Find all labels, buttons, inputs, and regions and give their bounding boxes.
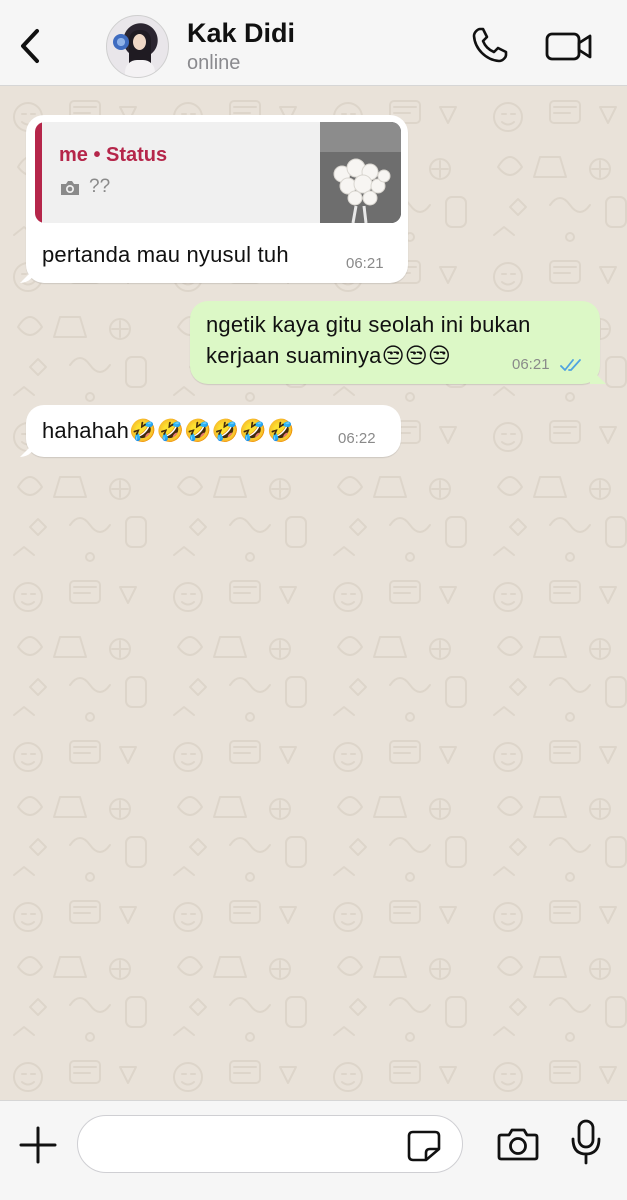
avatar-flower xyxy=(113,34,129,50)
incoming-message[interactable]: me • Status ?? pertanda mau nyusul tuh 0… xyxy=(20,115,408,283)
voice-call-button[interactable] xyxy=(470,25,510,65)
message-time: 06:21 xyxy=(346,255,384,272)
microphone-icon xyxy=(571,1119,601,1165)
chat-area[interactable]: me • Status ?? pertanda mau nyusul tuh 0… xyxy=(0,87,627,1100)
composer-bar xyxy=(0,1100,627,1200)
message-text: hahahah🤣🤣🤣🤣🤣🤣 xyxy=(42,418,295,443)
attach-button[interactable] xyxy=(18,1125,58,1165)
camera-icon xyxy=(497,1128,539,1161)
video-camera-icon xyxy=(545,32,592,61)
camera-icon xyxy=(61,181,79,195)
microphone-button[interactable] xyxy=(570,1119,602,1165)
contact-status: online xyxy=(187,52,241,74)
quote-author: me • Status xyxy=(59,144,168,166)
quote-text: ?? xyxy=(89,176,111,197)
phone-icon xyxy=(472,27,508,63)
video-call-button[interactable] xyxy=(544,26,594,66)
chat-header: Kak Didi online xyxy=(0,0,627,86)
quoted-status[interactable]: me • Status ?? xyxy=(35,122,401,223)
message-text-line-1: ngetik kaya gitu seolah ini bukan xyxy=(206,312,531,337)
rose-bouquet-image xyxy=(320,122,401,223)
status-thumbnail xyxy=(320,122,401,223)
sticker-button[interactable] xyxy=(406,1129,442,1163)
outgoing-message[interactable]: ngetik kaya gitu seolah ini bukan kerjaa… xyxy=(190,301,606,384)
sticker-icon xyxy=(407,1130,441,1162)
double-check-read-icon xyxy=(560,359,581,371)
camera-button[interactable] xyxy=(497,1126,539,1162)
chevron-left-icon xyxy=(21,29,39,63)
avatar[interactable] xyxy=(106,15,169,78)
message-time: 06:22 xyxy=(338,430,376,447)
incoming-message[interactable]: hahahah🤣🤣🤣🤣🤣🤣 06:22 xyxy=(20,405,401,457)
contact-name[interactable]: Kak Didi xyxy=(187,18,295,49)
back-button[interactable] xyxy=(10,22,50,70)
message-time: 06:21 xyxy=(512,356,550,373)
plus-icon xyxy=(19,1126,57,1164)
message-text-line-2: kerjaan suaminya😒😒😒 xyxy=(206,343,452,368)
message-text: pertanda mau nyusul tuh xyxy=(42,242,289,267)
